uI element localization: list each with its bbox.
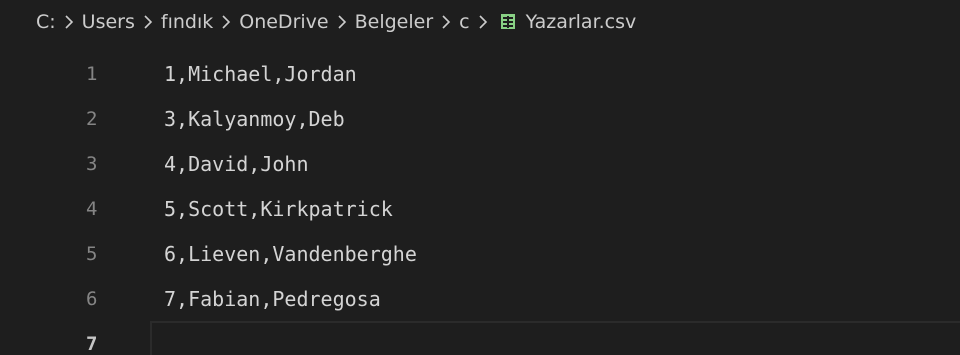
line-number: 2 [86, 107, 98, 130]
breadcrumb-users[interactable]: Users [82, 11, 135, 33]
chevron-right-icon [335, 12, 349, 32]
breadcrumb: C: Users fındık OneDrive Belgeler c Yaza… [0, 0, 960, 44]
line-number: 4 [86, 197, 98, 220]
breadcrumb-user[interactable]: fındık [161, 11, 213, 33]
breadcrumb-onedrive[interactable]: OneDrive [239, 11, 328, 33]
editor-line[interactable]: 3 4,David,John [0, 141, 960, 186]
line-number: 1 [86, 62, 98, 85]
editor-line[interactable]: 6 7,Fabian,Pedregosa [0, 276, 960, 321]
line-text[interactable]: 4,David,John [164, 152, 309, 176]
current-line-highlight [150, 321, 960, 355]
line-number: 7 [86, 332, 98, 355]
chevron-right-icon [141, 12, 155, 32]
line-text[interactable]: 7,Fabian,Pedregosa [164, 287, 381, 311]
line-number: 5 [86, 242, 98, 265]
line-text[interactable]: 6,Lieven,Vandenberghe [164, 242, 417, 266]
editor-line[interactable]: 5 6,Lieven,Vandenberghe [0, 231, 960, 276]
breadcrumb-belgeler[interactable]: Belgeler [355, 11, 434, 33]
line-number: 6 [86, 287, 98, 310]
code-editor[interactable]: 1 1,Michael,Jordan 2 3,Kalyanmoy,Deb 3 4… [0, 44, 960, 355]
chevron-right-icon [439, 12, 453, 32]
editor-line[interactable]: 1 1,Michael,Jordan [0, 51, 960, 96]
line-text[interactable]: 3,Kalyanmoy,Deb [164, 107, 345, 131]
csv-table-icon [500, 13, 516, 30]
editor-line[interactable]: 4 5,Scott,Kirkpatrick [0, 186, 960, 231]
line-text[interactable]: 1,Michael,Jordan [164, 62, 357, 86]
breadcrumb-folder-c[interactable]: c [459, 11, 469, 33]
editor-window: C: Users fındık OneDrive Belgeler c Yaza… [0, 0, 960, 355]
line-number: 3 [86, 152, 98, 175]
line-text[interactable]: 5,Scott,Kirkpatrick [164, 197, 393, 221]
breadcrumb-drive[interactable]: C: [36, 11, 56, 33]
editor-line-current[interactable]: 7 [0, 321, 960, 355]
chevron-right-icon [62, 12, 76, 32]
breadcrumb-file[interactable]: Yazarlar.csv [526, 11, 637, 33]
chevron-right-icon [219, 12, 233, 32]
editor-line[interactable]: 2 3,Kalyanmoy,Deb [0, 96, 960, 141]
chevron-right-icon [476, 12, 490, 32]
